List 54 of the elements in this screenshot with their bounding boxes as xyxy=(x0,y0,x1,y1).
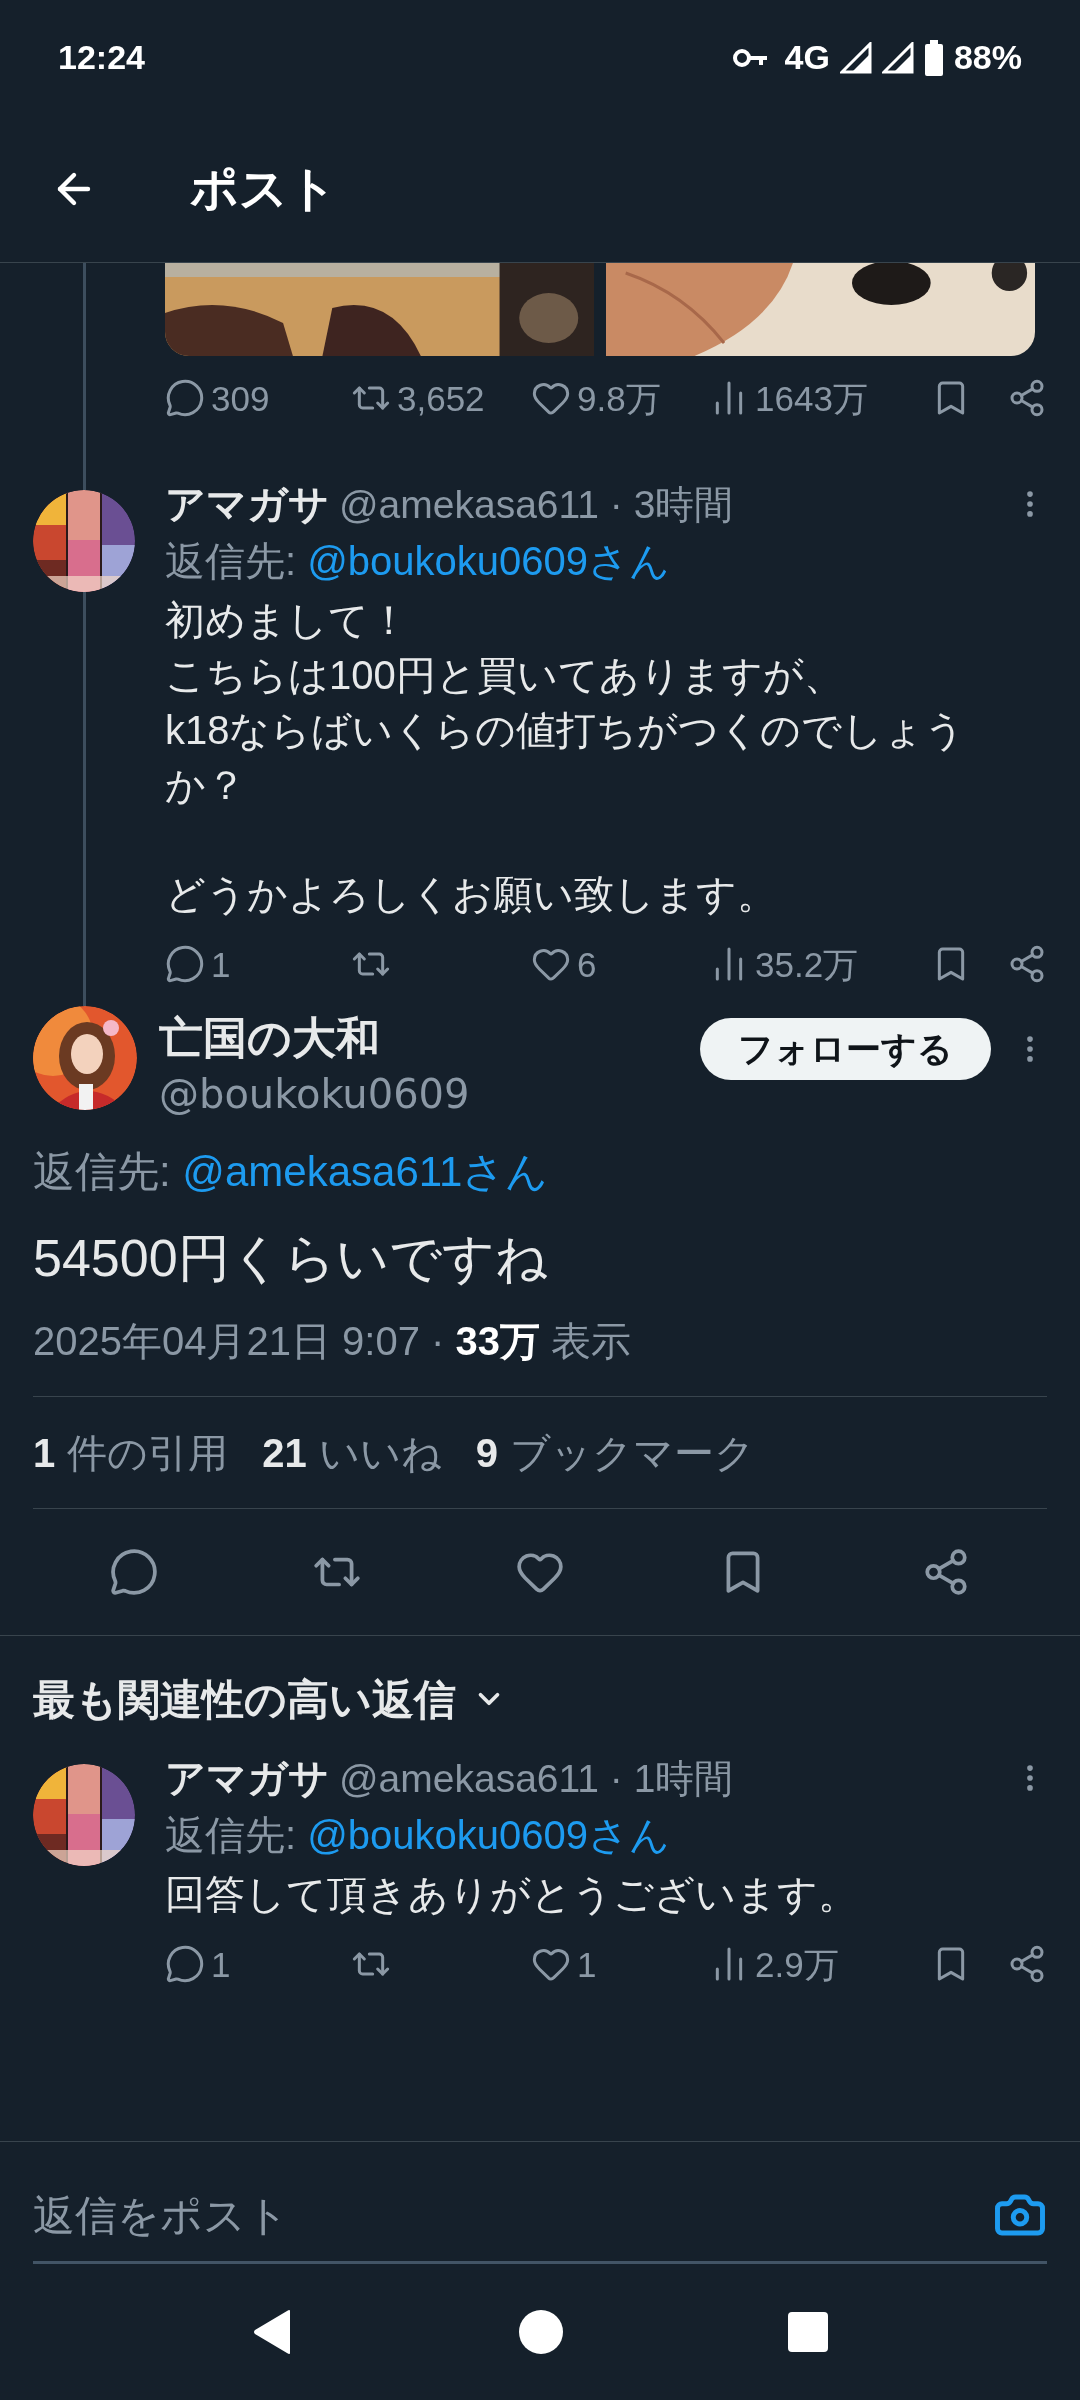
signal-icon xyxy=(881,41,914,74)
signal-icon xyxy=(839,41,872,74)
stat-count: 21 xyxy=(262,1429,307,1477)
post-text-line: こちらは100円と買いてありますが、 xyxy=(165,652,845,699)
views-button[interactable]: 35.2万 xyxy=(709,944,859,984)
reply-button[interactable]: 309 xyxy=(165,378,270,418)
reply-button[interactable] xyxy=(109,1547,160,1597)
mention-link[interactable]: @amekasa611さん xyxy=(182,1148,549,1195)
reply-to-text: 返信先: @amekasa611さん xyxy=(33,1147,550,1197)
network-type: 4G xyxy=(784,37,830,78)
post-text-line: k18ならばいくらの値打ちがつくのでしょうか？ xyxy=(165,707,967,809)
user-handle: @boukoku0609 xyxy=(159,1070,470,1119)
post-text: 54500円くらいですね xyxy=(33,1228,549,1289)
reply-to-text: 返信先: @boukoku0609さん xyxy=(165,538,672,585)
stat-count: 1 xyxy=(33,1429,56,1477)
stat-count: 9 xyxy=(475,1429,498,1477)
user-name: アマガサ xyxy=(165,484,329,524)
recents-square-icon xyxy=(788,2312,828,2352)
page-title: ポスト xyxy=(190,160,337,217)
user-name: アマガサ xyxy=(165,1758,329,1798)
reply-button[interactable]: 1 xyxy=(165,1944,231,1984)
post-text-line: 初めまして！ xyxy=(165,597,410,644)
views-button[interactable]: 1643万 xyxy=(709,378,868,418)
post-text-line: 回答して頂きありがとうございます。 xyxy=(165,1871,859,1918)
stat-label: 件の引用 xyxy=(67,1429,229,1477)
reply-button[interactable]: 1 xyxy=(165,944,231,984)
reply-input-field[interactable]: 返信をポスト xyxy=(33,2183,993,2247)
like-button[interactable]: 9.8万 xyxy=(531,378,661,418)
follow-button[interactable]: フォローする xyxy=(700,1018,991,1080)
post-timestamp: 2025年04月21日 9:07 · 33万 表示 xyxy=(33,1318,633,1365)
nav-home-button[interactable] xyxy=(519,2310,563,2354)
reply-icon xyxy=(165,944,205,984)
replies-sort-button[interactable]: 最も関連性の高い返信 xyxy=(33,1667,456,1731)
post-meta: @amekasa611 · 1時間 xyxy=(339,1758,734,1798)
user-name: 亡国の大和 xyxy=(159,1012,381,1064)
reply-icon xyxy=(165,1944,205,1984)
stat-label: ブックマーク xyxy=(510,1429,755,1477)
reply-to-text: 返信先: @boukoku0609さん xyxy=(165,1812,672,1859)
views-button[interactable]: 2.9万 xyxy=(709,1944,839,1984)
home-circle-icon xyxy=(519,2310,563,2354)
mention-link[interactable]: @boukoku0609さん xyxy=(307,539,671,583)
post-meta: @amekasa611 · 3時間 xyxy=(339,484,734,524)
reply-icon xyxy=(165,378,205,418)
status-time: 12:24 xyxy=(58,37,145,78)
mention-link[interactable]: @boukoku0609さん xyxy=(307,1813,671,1857)
post-text-line: どうかよろしくお願い致します。 xyxy=(165,871,778,918)
like-button[interactable]: 6 xyxy=(531,944,597,984)
reply-icon xyxy=(109,1547,160,1597)
battery-level: 88% xyxy=(953,37,1022,78)
key-icon xyxy=(732,47,769,68)
battery-icon xyxy=(923,39,944,76)
like-button[interactable]: 1 xyxy=(531,1944,597,1984)
stat-label: いいね xyxy=(318,1429,442,1477)
repost-button[interactable]: 3,652 xyxy=(351,378,485,418)
